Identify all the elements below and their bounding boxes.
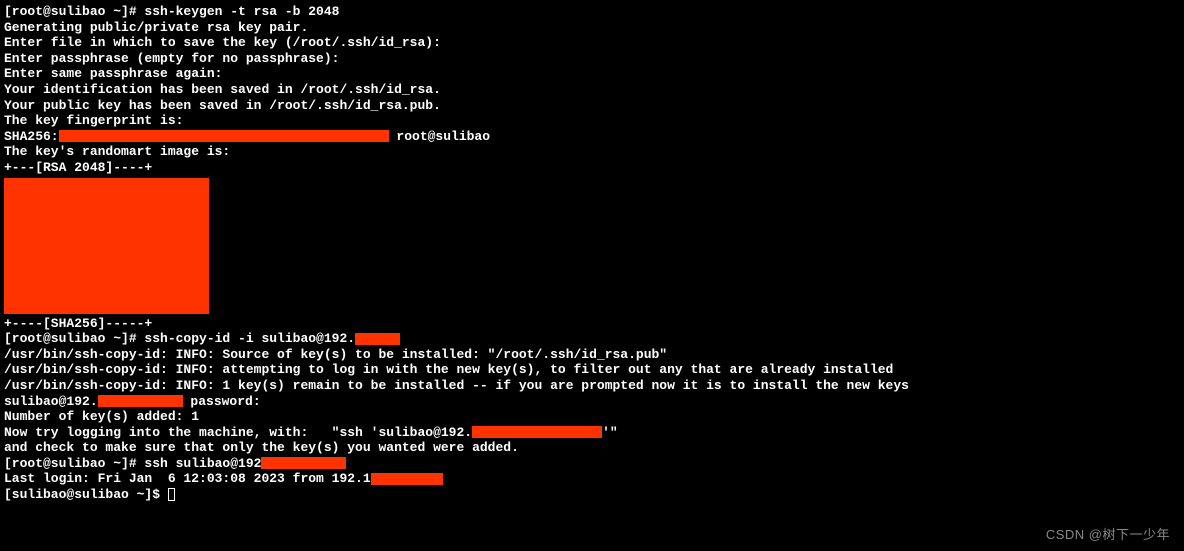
redacted-randomart (4, 178, 209, 314)
cmd-ssh: [root@sulibao ~]# ssh sulibao@192 (4, 456, 261, 471)
watermark: CSDN @树下一少年 (1046, 527, 1170, 543)
password-prompt: sulibao@192. password: (4, 394, 1180, 410)
user-ip: sulibao@192. (4, 394, 98, 409)
redacted-fingerprint (59, 130, 389, 142)
cmd-copyid: [root@sulibao ~]# ssh-copy-id -i sulibao… (4, 331, 355, 346)
output-line: Number of key(s) added: 1 (4, 409, 1180, 425)
fingerprint-line: SHA256: root@sulibao (4, 129, 1180, 145)
prompt-line-4[interactable]: [sulibao@sulibao ~]$ (4, 487, 1180, 503)
prompt-line-3: [root@sulibao ~]# ssh sulibao@192 (4, 456, 1180, 472)
output-line: The key's randomart image is: (4, 144, 1180, 160)
redacted-ip (472, 426, 602, 438)
randomart-top: +---[RSA 2048]----+ (4, 160, 1180, 176)
text-part: Now try logging into the machine, with: … (4, 425, 472, 440)
redacted-ip (355, 333, 400, 345)
login-text: Last login: Fri Jan 6 12:03:08 2023 from… (4, 471, 371, 486)
randomart-bottom: +----[SHA256]-----+ (4, 316, 1180, 332)
redacted-ip (371, 473, 443, 485)
prompt-line-1: [root@sulibao ~]# ssh-keygen -t rsa -b 2… (4, 4, 1180, 20)
prompt-line-2: [root@sulibao ~]# ssh-copy-id -i sulibao… (4, 331, 1180, 347)
text-end: '" (602, 425, 618, 440)
output-line: /usr/bin/ssh-copy-id: INFO: attempting t… (4, 362, 1180, 378)
sha-label: SHA256: (4, 129, 59, 144)
output-line: Your public key has been saved in /root/… (4, 98, 1180, 114)
output-line: Enter same passphrase again: (4, 66, 1180, 82)
output-line: and check to make sure that only the key… (4, 440, 1180, 456)
redacted-ip (98, 395, 183, 407)
output-line: The key fingerprint is: (4, 113, 1180, 129)
cursor-icon (168, 488, 175, 501)
output-line: Generating public/private rsa key pair. (4, 20, 1180, 36)
output-line: /usr/bin/ssh-copy-id: INFO: 1 key(s) rem… (4, 378, 1180, 394)
shell-prompt: [sulibao@sulibao ~]$ (4, 487, 168, 502)
output-line: Your identification has been saved in /r… (4, 82, 1180, 98)
last-login: Last login: Fri Jan 6 12:03:08 2023 from… (4, 471, 1180, 487)
pw-label: password: (183, 394, 261, 409)
output-line: Enter file in which to save the key (/ro… (4, 35, 1180, 51)
redacted-ip (261, 457, 346, 469)
output-line: Enter passphrase (empty for no passphras… (4, 51, 1180, 67)
user-host: root@sulibao (389, 129, 490, 144)
output-line: Now try logging into the machine, with: … (4, 425, 1180, 441)
output-line: /usr/bin/ssh-copy-id: INFO: Source of ke… (4, 347, 1180, 363)
